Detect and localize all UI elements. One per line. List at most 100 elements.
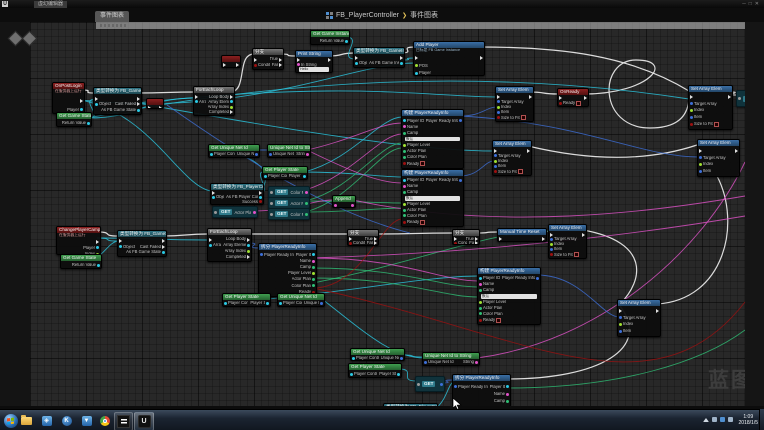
str-pin[interactable] [479,283,482,286]
str-pin[interactable] [253,211,256,214]
enum-pin[interactable] [305,202,308,205]
obj-pin[interactable] [247,244,250,247]
obj-pin[interactable] [96,246,99,249]
bool-pin[interactable] [494,170,497,173]
obj-pin[interactable] [264,175,267,178]
exec-pin[interactable] [162,245,165,249]
node-append-1[interactable]: Append [332,195,356,208]
tray-icon-3[interactable] [728,417,733,422]
int-pin[interactable] [550,243,553,246]
int-pin[interactable] [699,163,702,166]
obj-pin[interactable] [80,108,83,111]
node-sae-3[interactable]: Set Array ElemTarget ArrayIndexItemSize … [548,224,587,259]
enum-pin[interactable] [403,214,406,217]
enum-pin[interactable] [479,289,482,292]
int-pin[interactable] [619,323,622,326]
node-netid-to-string-2[interactable]: Unique Net Id to StringUnique Net IdStri… [422,352,480,366]
taskbar-clock[interactable]: 1:09 2018/1/5 [739,414,758,426]
tray-icon-1[interactable] [712,417,717,422]
exec-pin[interactable] [148,106,151,109]
window-title[interactable]: 虚幻编辑器 [34,1,67,8]
enum-pin[interactable] [403,132,406,135]
node-event-changecamp[interactable]: ChangePlayerCamp在服务器上运行PlayerIndex [56,226,101,255]
node-get-game-state-2[interactable]: Get Game StateReturn Value [60,254,102,269]
int-pin[interactable] [415,64,418,67]
show-desktop-button[interactable] [759,409,764,430]
node-sae-far-2[interactable]: Set Array ElemTarget ArrayIndexItem [697,139,740,177]
exec-pin[interactable] [279,63,282,67]
exec-pin[interactable] [119,239,122,243]
struct-pin[interactable] [550,238,553,241]
enum-pin[interactable] [403,191,406,194]
int-pin[interactable] [494,160,497,163]
bool-pin[interactable] [576,101,581,106]
close-button[interactable]: ✕ [755,1,762,7]
int-pin[interactable] [247,250,250,253]
exec-pin[interactable] [542,237,545,241]
str-pin[interactable] [351,204,354,207]
obj-pin[interactable] [403,119,406,122]
app-icon-blue-2[interactable]: ▼ [80,412,93,429]
inline-field[interactable]: 默认 [481,294,537,299]
obj-pin[interactable] [212,196,215,199]
node-sae-far-1[interactable]: Set Array ElemTarget ArrayIndexItemSize … [688,85,733,130]
exec-pin[interactable] [690,95,693,99]
wild-pin[interactable] [270,213,273,216]
node-cast-gamestate-2[interactable]: 类型转换为 FB_GameStateObjectCast FailedAs FB… [117,230,167,257]
int-pin[interactable] [230,106,233,109]
comment-box[interactable] [96,22,745,29]
exec-pin[interactable] [137,102,140,106]
obj-pin[interactable] [506,385,509,388]
node-mini-1[interactable] [146,98,164,109]
enum-pin[interactable] [479,312,482,315]
struct-pin[interactable] [424,361,427,364]
tray-icon-2[interactable] [720,417,725,422]
node-foreach-1[interactable]: ForEachLoopLoop BodyArrayArray ElementAr… [193,86,235,116]
int-pin[interactable] [312,272,315,275]
int-pin[interactable] [497,106,500,109]
bool-pin[interactable] [403,221,406,224]
exec-pin[interactable] [480,56,483,60]
enum-pin[interactable] [506,400,509,403]
str-pin[interactable] [334,204,337,207]
obj-pin[interactable] [137,109,140,112]
obj-pin[interactable] [400,62,403,65]
wild-pin[interactable] [270,202,273,205]
node-get-elem-4[interactable]: GET [415,376,445,392]
bool-pin[interactable] [714,122,719,127]
node-get-unique-net-id-1[interactable]: Get Unique Net IdPlayer ControllerUnique… [208,144,260,158]
struct-pin[interactable] [494,165,497,168]
node-sae-4[interactable]: Set Array ElemTarget ArrayIndexItem [617,299,661,337]
bool-pin[interactable] [420,161,425,166]
str-pin[interactable] [475,361,478,364]
struct-pin[interactable] [269,153,272,156]
obj-pin[interactable] [119,245,122,248]
exec-pin[interactable] [159,106,162,109]
exec-pin[interactable] [494,149,497,153]
wild-pin[interactable] [214,211,217,214]
obj-pin[interactable] [415,72,418,75]
node-make-readyinfo-3[interactable]: 构建 PlayerReadyInfoPlayer IDPlayer Ready … [477,267,541,325]
wild-pin[interactable] [738,97,741,100]
obj-pin[interactable] [259,196,262,199]
obj-pin[interactable] [352,357,355,360]
bool-pin[interactable] [497,116,500,119]
exec-pin[interactable] [195,95,198,99]
node-branch-2[interactable]: 分支TrueConditionFalse [347,229,379,246]
node-foreach-2[interactable]: ForEachLoopLoop BodyArrayArray ElementAr… [207,228,252,262]
node-branch-1[interactable]: 分支TrueConditionFalse [252,48,284,70]
enum-pin[interactable] [403,209,406,212]
exec-pin[interactable] [96,240,99,244]
str-pin[interactable] [305,191,308,194]
bool-pin[interactable] [550,253,553,256]
exec-pin[interactable] [223,63,226,67]
str-pin[interactable] [403,125,406,128]
int-pin[interactable] [690,109,693,112]
chrome-icon[interactable] [98,412,111,429]
str-pin[interactable] [312,260,315,263]
node-get-elem-3[interactable]: GETColor Plan [268,208,310,220]
struct-pin[interactable] [699,170,702,173]
enum-pin[interactable] [305,213,308,216]
inline-field[interactable]: Hello [299,67,329,72]
node-cast-gamestate-1[interactable]: 类型转换为 FB_GameStateObjectCast FailedAs FB… [93,87,142,115]
